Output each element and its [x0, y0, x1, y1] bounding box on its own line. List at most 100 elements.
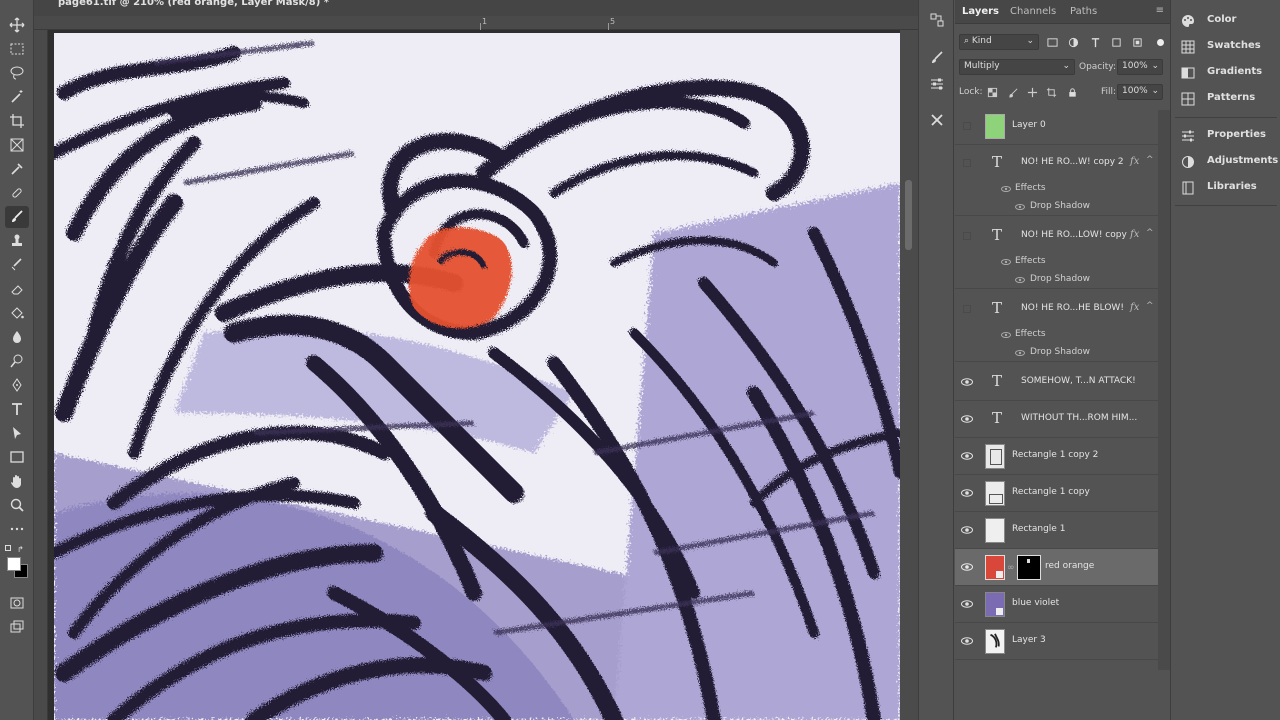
history-brush-tool-icon[interactable] [5, 254, 29, 276]
eraser-tool-icon[interactable] [5, 278, 29, 300]
brush-settings-icon[interactable] [927, 48, 947, 68]
color-swatches-icon[interactable]: ↱ [5, 545, 29, 585]
visibility-toggle-off[interactable] [963, 232, 971, 240]
panel-menu-icon[interactable]: ≡ [1156, 5, 1164, 16]
libraries-panel-button[interactable]: Libraries [1181, 179, 1280, 197]
tab-paths[interactable]: Paths [1070, 6, 1097, 17]
canvas-vertical-scrollbar[interactable] [900, 30, 918, 720]
eye-icon[interactable] [1001, 184, 1011, 194]
filter-adjustment-icon[interactable] [1066, 35, 1080, 49]
gradients-panel-button[interactable]: Gradients [1181, 64, 1280, 82]
layer-row-rectangle-1[interactable]: Rectangle 1 [955, 512, 1158, 549]
canvas-area[interactable] [48, 30, 900, 720]
zoom-tool-icon[interactable] [5, 494, 29, 516]
effects-row[interactable]: Effects [955, 326, 1158, 344]
eye-icon[interactable] [1015, 348, 1025, 358]
eye-icon[interactable] [961, 487, 973, 499]
eye-icon[interactable] [961, 376, 973, 388]
frame-tool-icon[interactable] [5, 134, 29, 156]
visibility-toggle-off[interactable] [963, 122, 971, 130]
eye-icon[interactable] [961, 450, 973, 462]
layer-row-text-blow[interactable]: T NO! HE RO...HE BLOW! fx ^ [955, 291, 1158, 328]
marquee-tool-icon[interactable] [5, 38, 29, 60]
blend-mode-select[interactable]: Multiply ⌄ [959, 59, 1075, 75]
lasso-tool-icon[interactable] [5, 62, 29, 84]
brush-tool-icon[interactable] [5, 206, 29, 228]
layer-row-blue-violet[interactable]: blue violet [955, 586, 1158, 623]
lock-pixels-icon[interactable] [1006, 85, 1020, 99]
clone-stamp-tool-icon[interactable] [5, 230, 29, 252]
scrollbar-thumb[interactable] [905, 180, 912, 250]
filter-shape-icon[interactable] [1109, 35, 1123, 49]
hand-tool-icon[interactable] [5, 470, 29, 492]
layers-scrollbar[interactable] [1158, 110, 1170, 670]
lock-position-icon[interactable] [1025, 85, 1039, 99]
effects-row[interactable]: Effects [955, 253, 1158, 271]
opacity-field[interactable]: 100% ⌄ [1117, 59, 1163, 75]
tab-channels[interactable]: Channels [1010, 6, 1056, 17]
layer-row-without[interactable]: T WITHOUT TH...ROM HIM... [955, 401, 1158, 438]
adjustments-sliders-icon[interactable] [927, 74, 947, 94]
eye-icon[interactable] [961, 635, 973, 647]
eye-icon[interactable] [1015, 202, 1025, 212]
tools-cross-icon[interactable] [927, 110, 947, 130]
crop-tool-icon[interactable] [5, 110, 29, 132]
layer-row-text-copy[interactable]: T NO! HE RO...LOW! copy fx ^ [955, 218, 1158, 255]
lock-artboard-icon[interactable] [1044, 85, 1058, 99]
fx-icon[interactable]: fx [1130, 229, 1139, 240]
eye-icon[interactable] [1001, 330, 1011, 340]
eyedropper-tool-icon[interactable] [5, 158, 29, 180]
layer-row-somehow[interactable]: T SOMEHOW, T...N ATTACK! [955, 364, 1158, 401]
paint-bucket-tool-icon[interactable] [5, 302, 29, 324]
eye-icon[interactable] [961, 413, 973, 425]
lock-all-icon[interactable] [1065, 85, 1079, 99]
layer-row-rectangle-1-copy[interactable]: Rectangle 1 copy [955, 475, 1158, 512]
document-tab[interactable]: page61.tif @ 210% (red orange, Layer Mas… [34, 0, 918, 16]
move-tool-icon[interactable] [5, 14, 29, 36]
filter-kind-select[interactable]: ⌕ Kind ⌄ [959, 34, 1039, 50]
layer-row-layer-3[interactable]: Layer 3 [955, 623, 1158, 660]
blur-tool-icon[interactable] [5, 326, 29, 348]
filter-pixel-icon[interactable] [1045, 35, 1059, 49]
fx-icon[interactable]: fx [1130, 156, 1139, 167]
visibility-toggle-off[interactable] [963, 305, 971, 313]
pen-tool-icon[interactable] [5, 374, 29, 396]
layer-row-red-orange[interactable]: ∞ red orange [955, 549, 1158, 586]
healing-brush-tool-icon[interactable] [5, 182, 29, 204]
layer-mask-thumbnail[interactable] [1017, 555, 1041, 580]
rectangle-tool-icon[interactable] [5, 446, 29, 468]
link-chain-icon[interactable]: ∞ [1007, 563, 1015, 573]
fill-field[interactable]: 100% ⌄ [1117, 84, 1163, 100]
fx-icon[interactable]: fx [1130, 302, 1139, 313]
eye-icon[interactable] [961, 524, 973, 536]
screen-mode-icon[interactable] [5, 616, 29, 638]
filter-type-icon[interactable] [1088, 35, 1102, 49]
drop-shadow-row[interactable]: Drop Shadow [955, 344, 1158, 362]
layer-row-layer-0[interactable]: Layer 0 [955, 108, 1158, 145]
artwork-canvas[interactable] [54, 33, 900, 720]
eye-icon[interactable] [1015, 275, 1025, 285]
path-selection-tool-icon[interactable] [5, 422, 29, 444]
drop-shadow-row[interactable]: Drop Shadow [955, 198, 1158, 216]
collapse-caret-icon[interactable]: ^ [1146, 301, 1154, 311]
tab-layers[interactable]: Layers [962, 6, 999, 17]
collapse-caret-icon[interactable]: ^ [1146, 155, 1154, 165]
collapse-caret-icon[interactable]: ^ [1146, 228, 1154, 238]
filter-smart-object-icon[interactable] [1130, 35, 1144, 49]
type-tool-icon[interactable] [5, 398, 29, 420]
layer-row-text-copy-2[interactable]: T NO! HE RO...W! copy 2 fx ^ [955, 145, 1158, 182]
eye-icon[interactable] [1001, 257, 1011, 267]
adjustments-panel-button[interactable]: Adjustments [1181, 153, 1280, 171]
drop-shadow-row[interactable]: Drop Shadow [955, 271, 1158, 289]
layer-row-rectangle-1-copy-2[interactable]: Rectangle 1 copy 2 [955, 438, 1158, 475]
eye-icon[interactable] [961, 561, 973, 573]
quick-mask-icon[interactable] [5, 592, 29, 614]
color-panel-button[interactable]: Color [1181, 12, 1280, 30]
effects-row[interactable]: Effects [955, 180, 1158, 198]
magic-wand-tool-icon[interactable] [5, 86, 29, 108]
lock-transparent-icon[interactable] [985, 85, 999, 99]
history-panel-icon[interactable] [927, 10, 947, 30]
properties-panel-button[interactable]: Properties [1181, 127, 1280, 145]
patterns-panel-button[interactable]: Patterns [1181, 90, 1280, 108]
swatches-panel-button[interactable]: Swatches [1181, 38, 1280, 56]
